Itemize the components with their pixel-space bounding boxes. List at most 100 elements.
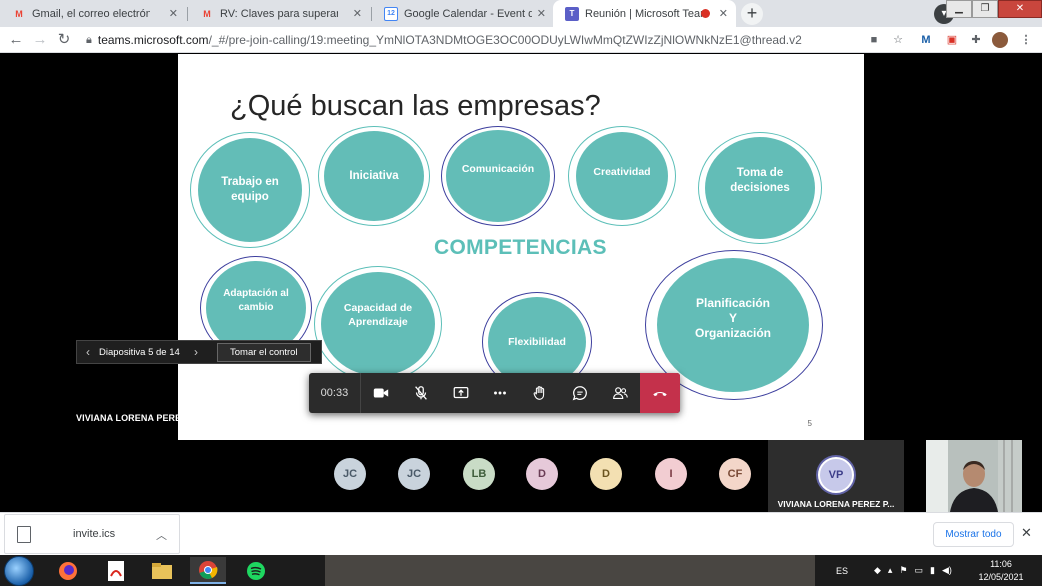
- self-video-tile[interactable]: [926, 440, 1022, 512]
- take-control-button[interactable]: Tomar el control: [217, 342, 311, 362]
- volume-icon[interactable]: ◀): [942, 565, 952, 576]
- presenter-name: VIVIANA LORENA PEREZ PRINCE: [76, 413, 225, 423]
- chevron-up-icon[interactable]: ︿: [156, 527, 167, 543]
- slide-navigation: ‹ Diapositiva 5 de 14 › Tomar el control: [76, 340, 322, 364]
- chevron-left-icon[interactable]: ‹: [77, 345, 99, 359]
- close-icon[interactable]: ✕: [719, 7, 728, 20]
- tab-title: Gmail, el correo electrónico de G: [32, 7, 150, 20]
- participant-avatar[interactable]: D: [590, 458, 622, 490]
- participant-avatar[interactable]: I: [655, 458, 687, 490]
- chevron-right-icon[interactable]: ›: [185, 345, 207, 359]
- meeting-stage: ¿Qué buscan las empresas? Trabajo en equ…: [0, 54, 1042, 512]
- tab-google-calendar[interactable]: 12 Google Calendar - Event details ✕: [372, 0, 554, 27]
- recording-indicator-icon: [701, 9, 710, 18]
- participant-avatar[interactable]: CF: [719, 458, 751, 490]
- chrome-icon[interactable]: [190, 557, 226, 584]
- screen: M Gmail, el correo electrónico de G ✕ M …: [0, 0, 1042, 586]
- new-tab-button[interactable]: +: [741, 3, 763, 25]
- acrobat-icon[interactable]: [98, 557, 134, 584]
- browser-toolbar: ← → ↻ 🔒︎ teams.microsoft.com /_#/pre-joi…: [0, 27, 1042, 53]
- raise-hand-icon: [533, 386, 545, 400]
- avatar-initials: CF: [727, 468, 743, 480]
- tab-title: Google Calendar - Event details: [404, 7, 532, 20]
- hang-up-button[interactable]: [640, 373, 680, 413]
- firefox-icon[interactable]: [50, 557, 86, 584]
- menu-icon[interactable]: ⋮: [1018, 32, 1034, 48]
- file-explorer-icon[interactable]: [144, 557, 180, 584]
- bubble-trabajo-en-equipo: Trabajo en equipo: [190, 132, 310, 248]
- windows-taskbar: ES ◆ ▴ ⚑ ▭ ▮ ◀) 11:06 12/05/2021: [0, 555, 1042, 586]
- featured-participant-tile[interactable]: VP VIVIANA LORENA PEREZ P...: [768, 440, 904, 512]
- chat-button[interactable]: [560, 373, 600, 413]
- mute-button[interactable]: [401, 373, 441, 413]
- url-host: teams.microsoft.com: [97, 33, 209, 47]
- tab-gmail-inbox[interactable]: M Gmail, el correo electrónico de G ✕: [0, 0, 186, 27]
- tray-chevron-icon[interactable]: ▴: [888, 565, 893, 576]
- slide-number: 5: [807, 419, 812, 428]
- download-item[interactable]: invite.ics ︿: [4, 514, 180, 554]
- phone-hangup-icon: [653, 391, 667, 397]
- system-tray: ◆ ▴ ⚑ ▭ ▮ ◀): [874, 555, 952, 586]
- puzzle-icon[interactable]: ✚: [968, 32, 984, 48]
- gmail-icon: M: [203, 8, 211, 19]
- lock-icon[interactable]: 🔒︎: [86, 34, 92, 47]
- avatar-initials: JC: [342, 468, 358, 480]
- chat-icon: [572, 386, 588, 401]
- camera-button[interactable]: [361, 373, 401, 413]
- close-icon[interactable]: ✕: [537, 7, 546, 20]
- close-icon[interactable]: ✕: [169, 7, 178, 20]
- start-button[interactable]: [4, 556, 34, 586]
- shield-icon[interactable]: ◆: [874, 565, 881, 576]
- more-actions-button[interactable]: [481, 373, 521, 413]
- reload-button[interactable]: ↻: [54, 30, 74, 50]
- slide-title: ¿Qué buscan las empresas?: [230, 90, 601, 122]
- tab-microsoft-teams[interactable]: T Reunión | Microsoft Teams ✕: [553, 0, 736, 27]
- gmail-icon: M: [15, 8, 23, 19]
- participant-avatar[interactable]: JC: [334, 458, 366, 490]
- participant-avatar[interactable]: JC: [398, 458, 430, 490]
- call-timer: 00:33: [309, 373, 361, 413]
- tab-title: RV: Claves para superar una vide: [220, 7, 338, 20]
- more-icon: [494, 391, 507, 395]
- camera-feed-image: [926, 440, 1022, 512]
- window-close-button[interactable]: ✕: [998, 0, 1042, 18]
- participant-avatar[interactable]: D: [526, 458, 558, 490]
- address-bar[interactable]: 🔒︎ teams.microsoft.com /_#/pre-join-call…: [80, 29, 880, 51]
- close-icon[interactable]: ✕: [353, 7, 362, 20]
- extension-icon[interactable]: ▣: [944, 32, 960, 48]
- show-all-downloads-button[interactable]: Mostrar todo: [933, 522, 1014, 547]
- competencias-label: COMPETENCIAS: [434, 236, 607, 259]
- share-screen-button[interactable]: [441, 373, 481, 413]
- calendar-icon: 12: [384, 6, 398, 21]
- bubble-toma-de-decisiones: Toma de decisiones: [698, 132, 822, 244]
- bookmark-star-icon[interactable]: ☆: [890, 32, 906, 48]
- monitor-icon[interactable]: ▭: [915, 565, 924, 576]
- language-indicator[interactable]: ES: [836, 555, 848, 586]
- spotify-icon[interactable]: [238, 557, 274, 584]
- camera-icon[interactable]: ■: [866, 32, 882, 48]
- flag-icon[interactable]: ⚑: [899, 565, 907, 576]
- participant-avatar[interactable]: LB: [463, 458, 495, 490]
- forward-button[interactable]: →: [30, 30, 50, 50]
- bubble-capacidad-de-aprendizaje: Capacidad de Aprendizaje: [314, 266, 442, 382]
- avatar-initials: LB: [471, 468, 487, 480]
- network-icon[interactable]: ▮: [930, 565, 935, 576]
- raise-hand-button[interactable]: [520, 373, 560, 413]
- close-icon[interactable]: ✕: [1021, 525, 1032, 541]
- browser-tab-strip: M Gmail, el correo electrónico de G ✕ M …: [0, 0, 1042, 27]
- participant-name: VIVIANA LORENA PEREZ P...: [777, 499, 895, 509]
- tab-gmail-message[interactable]: M RV: Claves para superar una vide ✕: [188, 0, 370, 27]
- avatar-initials: D: [602, 468, 610, 480]
- download-file-name: invite.ics: [73, 528, 116, 540]
- system-clock[interactable]: 11:06 12/05/2021: [968, 558, 1034, 584]
- minimize-button[interactable]: ▁: [946, 0, 972, 18]
- bubble-creatividad: Creatividad: [568, 126, 676, 226]
- slide-counter: Diapositiva 5 de 14: [99, 346, 180, 358]
- profile-avatar[interactable]: [992, 32, 1008, 48]
- extension-icon[interactable]: M: [918, 32, 934, 48]
- participants-button[interactable]: [600, 373, 640, 413]
- back-button[interactable]: ←: [6, 30, 26, 50]
- window-controls: ▁ ❐ ✕: [946, 0, 1042, 18]
- teams-icon: T: [565, 6, 579, 21]
- restore-button[interactable]: ❐: [972, 0, 998, 18]
